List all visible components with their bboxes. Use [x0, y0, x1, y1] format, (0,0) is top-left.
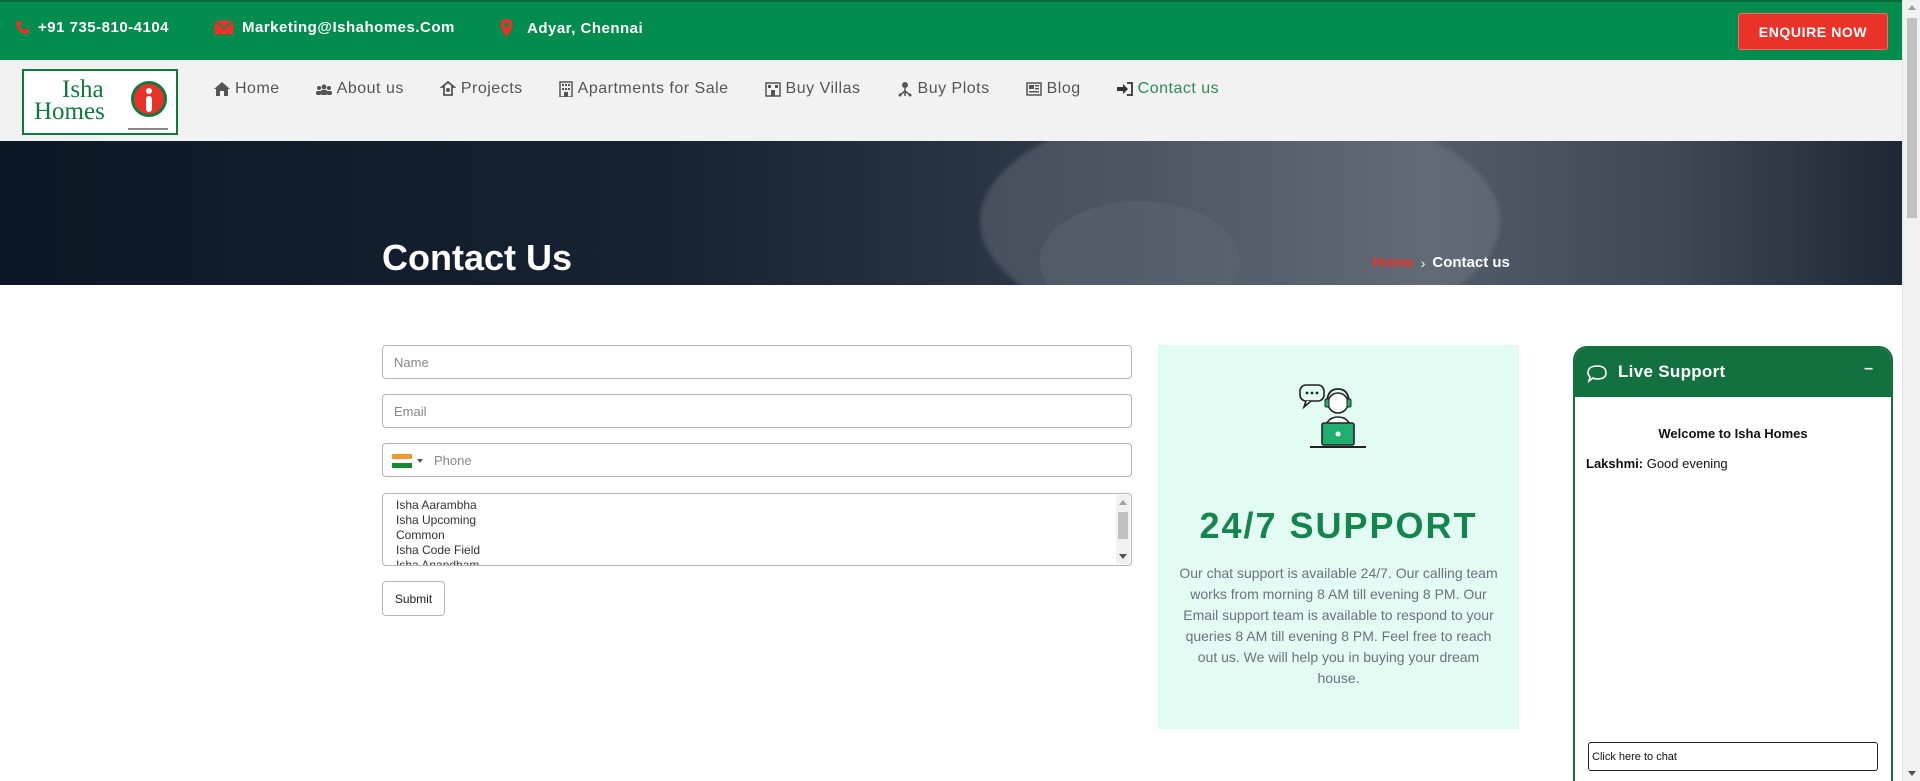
live-support-widget: Live Support – Welcome to Isha Homes Lak… [1573, 346, 1893, 781]
chat-message-sender: Lakshmi: [1586, 456, 1644, 471]
chat-bubble-icon [1587, 365, 1607, 383]
project-option[interactable]: Isha Aarambha [396, 498, 1131, 513]
support-description: Our chat support is available 24/7. Our … [1179, 565, 1498, 686]
users-icon [315, 84, 332, 95]
chat-title: Live Support [1618, 362, 1726, 381]
breadcrumb-separator: › [1420, 254, 1426, 271]
email-field[interactable] [382, 394, 1132, 428]
india-flag-icon[interactable] [392, 454, 412, 468]
page-scrollbar[interactable] [1902, 0, 1920, 781]
breadcrumb-current: Contact us [1432, 254, 1510, 271]
scroll-thumb[interactable] [1118, 512, 1128, 539]
main-navbar: Isha Homes Home About us Projects Apartm… [0, 60, 1902, 141]
top-contact-bar: +91 735-810-4104 Marketing@Ishahomes.Com… [0, 0, 1902, 60]
name-input[interactable] [383, 346, 1131, 378]
scroll-up-arrow-icon[interactable] [1119, 500, 1127, 505]
country-dropdown-caret-icon[interactable] [417, 459, 423, 463]
support-title: 24/7 SUPPORT [1199, 505, 1478, 546]
projects-icon [439, 81, 456, 96]
nav-item-buy-plots[interactable]: Buy Plots [897, 80, 990, 98]
scroll-down-arrow-icon[interactable] [1119, 554, 1127, 559]
nav-item-home[interactable]: Home [214, 80, 280, 98]
villa-icon [764, 82, 781, 97]
project-option[interactable]: Isha Upcoming [396, 513, 1131, 528]
nav-label: Contact us [1137, 80, 1220, 97]
phone-contact[interactable]: +91 735-810-4104 [15, 19, 169, 36]
sign-in-icon [1116, 82, 1133, 96]
project-select-list[interactable]: Isha Aarambha Isha Upcoming Common Isha … [382, 493, 1132, 566]
home-icon [214, 82, 230, 96]
list-scrollbar[interactable] [1116, 495, 1130, 564]
phone-icon [15, 20, 30, 35]
chat-message: Lakshmi: Good evening [1586, 456, 1728, 471]
nav-item-about-us[interactable]: About us [315, 80, 404, 98]
nav-item-buy-villas[interactable]: Buy Villas [764, 80, 861, 98]
newspaper-icon [1025, 82, 1042, 96]
support-card: 24/7 SUPPORT Our chat support is availab… [1158, 345, 1519, 729]
logo-text-line2: Homes [34, 98, 105, 125]
breadcrumb: Home › Contact us [1372, 254, 1510, 271]
scroll-down-arrow-icon[interactable] [1908, 771, 1916, 776]
chat-input-box[interactable] [1588, 742, 1878, 771]
logo-mark-icon [131, 81, 167, 117]
support-agent-icon [1299, 384, 1366, 448]
project-option[interactable]: Common [396, 528, 1131, 543]
page-title: Contact Us [382, 237, 573, 278]
nav-menu: Home About us Projects Apartments for Sa… [214, 80, 1255, 98]
chat-input[interactable] [1589, 743, 1877, 770]
envelope-icon [214, 20, 234, 35]
nav-label: Home [235, 80, 280, 97]
banner-overlay [0, 141, 1902, 285]
phone-field[interactable] [382, 443, 1132, 477]
nav-label: Buy Villas [785, 80, 861, 97]
page-banner: Contact Us Home › Contact us [0, 141, 1902, 285]
nav-label: Apartments for Sale [577, 80, 729, 97]
nav-item-projects[interactable]: Projects [439, 80, 523, 98]
email-input[interactable] [383, 395, 1131, 427]
minimize-icon[interactable]: – [1864, 360, 1873, 378]
submit-button[interactable]: Submit [382, 581, 445, 616]
phone-number: +91 735-810-4104 [38, 19, 170, 36]
chat-header[interactable]: Live Support – [1575, 348, 1891, 397]
logo-tagline [128, 128, 168, 130]
page: +91 735-810-4104 Marketing@Ishahomes.Com… [0, 0, 1920, 781]
building-icon [558, 81, 573, 97]
nav-label: About us [336, 80, 404, 97]
email-contact[interactable]: Marketing@Ishahomes.Com [214, 19, 455, 36]
location-contact: Adyar, Chennai [500, 19, 643, 37]
nav-label: Projects [460, 80, 523, 97]
chat-welcome-message: Welcome to Isha Homes [1658, 426, 1808, 441]
breadcrumb-home-link[interactable]: Home [1372, 254, 1414, 271]
nav-item-contact-us[interactable]: Contact us [1116, 80, 1220, 98]
phone-input[interactable] [383, 444, 1131, 476]
page-scroll-thumb[interactable] [1907, 18, 1917, 218]
project-option[interactable]: Isha Code Field [396, 543, 1131, 558]
location-text: Adyar, Chennai [527, 19, 644, 37]
chat-message-text: Good evening [1646, 456, 1728, 471]
nav-item-apartments-for-sale[interactable]: Apartments for Sale [558, 80, 729, 98]
name-field[interactable] [382, 345, 1132, 379]
email-address: Marketing@Ishahomes.Com [242, 19, 455, 36]
nav-label: Buy Plots [917, 80, 990, 97]
plot-icon [898, 82, 912, 97]
project-option[interactable]: Isha Anandham [396, 558, 1131, 565]
isha-homes-logo[interactable]: Isha Homes [22, 69, 178, 135]
scroll-up-arrow-icon[interactable] [1908, 5, 1916, 10]
nav-label: Blog [1046, 80, 1081, 97]
nav-item-blog[interactable]: Blog [1025, 80, 1081, 98]
enquire-now-button[interactable]: ENQUIRE NOW [1738, 13, 1888, 50]
map-pin-icon [500, 19, 513, 37]
